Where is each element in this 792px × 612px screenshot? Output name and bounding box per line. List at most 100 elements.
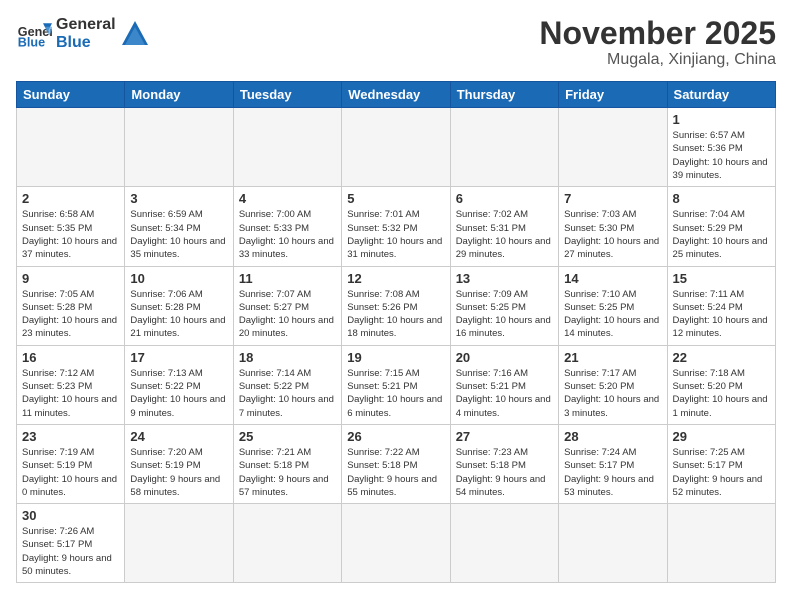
day-number: 13 (456, 271, 553, 286)
logo-blue-text: Blue (56, 34, 116, 52)
day-number: 23 (22, 429, 119, 444)
day-info: Sunrise: 7:19 AM Sunset: 5:19 PM Dayligh… (22, 446, 119, 499)
day-number: 22 (673, 350, 770, 365)
calendar-cell (233, 504, 341, 583)
calendar-table: SundayMondayTuesdayWednesdayThursdayFrid… (16, 81, 776, 583)
day-info: Sunrise: 7:05 AM Sunset: 5:28 PM Dayligh… (22, 288, 119, 341)
day-number: 1 (673, 112, 770, 127)
day-number: 9 (22, 271, 119, 286)
calendar-week-row: 30 Sunrise: 7:26 AM Sunset: 5:17 PM Dayli… (17, 504, 776, 583)
day-number: 30 (22, 508, 119, 523)
logo-general-text: General (56, 16, 116, 34)
logo-triangle-icon (120, 19, 150, 49)
calendar-cell: 20Sunrise: 7:16 AM Sunset: 5:21 PM Dayli… (450, 345, 558, 424)
calendar-cell: 27Sunrise: 7:23 AM Sunset: 5:18 PM Dayli… (450, 424, 558, 503)
weekday-header-saturday: Saturday (667, 82, 775, 108)
calendar-cell: 18 Sunrise: 7:14 AM Sunset: 5:22 PM Dayli… (233, 345, 341, 424)
day-number: 15 (673, 271, 770, 286)
day-info: Sunrise: 7:02 AM Sunset: 5:31 PM Dayligh… (456, 208, 553, 261)
calendar-cell: 1 Sunrise: 6:57 AM Sunset: 5:36 PM Daylig… (667, 108, 775, 187)
calendar-cell: 5 Sunrise: 7:01 AM Sunset: 5:32 PM Daylig… (342, 187, 450, 266)
calendar-cell: 26 Sunrise: 7:22 AM Sunset: 5:18 PM Dayli… (342, 424, 450, 503)
day-number: 11 (239, 271, 336, 286)
day-info: Sunrise: 7:20 AM Sunset: 5:19 PM Dayligh… (130, 446, 227, 499)
day-number: 3 (130, 191, 227, 206)
day-info: Sunrise: 7:03 AM Sunset: 5:30 PM Dayligh… (564, 208, 661, 261)
page-header: General Blue General Blue November 2025 … (16, 16, 776, 69)
calendar-cell: 28 Sunrise: 7:24 AM Sunset: 5:17 PM Dayli… (559, 424, 667, 503)
weekday-header-monday: Monday (125, 82, 233, 108)
day-number: 21 (564, 350, 661, 365)
day-number: 2 (22, 191, 119, 206)
day-number: 26 (347, 429, 444, 444)
day-number: 16 (22, 350, 119, 365)
day-info: Sunrise: 7:13 AM Sunset: 5:22 PM Dayligh… (130, 367, 227, 420)
day-number: 17 (130, 350, 227, 365)
calendar-cell: 29Sunrise: 7:25 AM Sunset: 5:17 PM Dayli… (667, 424, 775, 503)
calendar-cell (233, 108, 341, 187)
day-number: 12 (347, 271, 444, 286)
calendar-cell: 24 Sunrise: 7:20 AM Sunset: 5:19 PM Dayli… (125, 424, 233, 503)
day-number: 20 (456, 350, 553, 365)
day-number: 24 (130, 429, 227, 444)
calendar-cell (342, 108, 450, 187)
day-info: Sunrise: 7:26 AM Sunset: 5:17 PM Dayligh… (22, 525, 119, 578)
calendar-week-row: 2 Sunrise: 6:58 AM Sunset: 5:35 PM Daylig… (17, 187, 776, 266)
weekday-header-tuesday: Tuesday (233, 82, 341, 108)
calendar-cell (125, 504, 233, 583)
day-info: Sunrise: 6:59 AM Sunset: 5:34 PM Dayligh… (130, 208, 227, 261)
calendar-cell (450, 504, 558, 583)
calendar-cell: 12 Sunrise: 7:08 AM Sunset: 5:26 PM Dayli… (342, 266, 450, 345)
day-number: 19 (347, 350, 444, 365)
calendar-cell (450, 108, 558, 187)
calendar-cell: 8Sunrise: 7:04 AM Sunset: 5:29 PM Daylig… (667, 187, 775, 266)
day-info: Sunrise: 7:11 AM Sunset: 5:24 PM Dayligh… (673, 288, 770, 341)
day-info: Sunrise: 7:01 AM Sunset: 5:32 PM Dayligh… (347, 208, 444, 261)
logo-icon: General Blue (16, 16, 52, 52)
calendar-cell: 30 Sunrise: 7:26 AM Sunset: 5:17 PM Dayli… (17, 504, 125, 583)
weekday-header-thursday: Thursday (450, 82, 558, 108)
day-info: Sunrise: 7:08 AM Sunset: 5:26 PM Dayligh… (347, 288, 444, 341)
calendar-cell: 22Sunrise: 7:18 AM Sunset: 5:20 PM Dayli… (667, 345, 775, 424)
day-info: Sunrise: 7:14 AM Sunset: 5:22 PM Dayligh… (239, 367, 336, 420)
day-info: Sunrise: 7:15 AM Sunset: 5:21 PM Dayligh… (347, 367, 444, 420)
calendar-cell: 16 Sunrise: 7:12 AM Sunset: 5:23 PM Dayli… (17, 345, 125, 424)
day-number: 29 (673, 429, 770, 444)
day-number: 27 (456, 429, 553, 444)
day-info: Sunrise: 7:00 AM Sunset: 5:33 PM Dayligh… (239, 208, 336, 261)
calendar-cell (667, 504, 775, 583)
day-info: Sunrise: 6:57 AM Sunset: 5:36 PM Dayligh… (673, 129, 770, 182)
calendar-week-row: 23 Sunrise: 7:19 AM Sunset: 5:19 PM Dayli… (17, 424, 776, 503)
calendar-cell: 9 Sunrise: 7:05 AM Sunset: 5:28 PM Daylig… (17, 266, 125, 345)
day-info: Sunrise: 7:24 AM Sunset: 5:17 PM Dayligh… (564, 446, 661, 499)
day-number: 14 (564, 271, 661, 286)
calendar-cell: 3 Sunrise: 6:59 AM Sunset: 5:34 PM Daylig… (125, 187, 233, 266)
day-info: Sunrise: 7:22 AM Sunset: 5:18 PM Dayligh… (347, 446, 444, 499)
day-info: Sunrise: 7:10 AM Sunset: 5:25 PM Dayligh… (564, 288, 661, 341)
calendar-cell: 25Sunrise: 7:21 AM Sunset: 5:18 PM Dayli… (233, 424, 341, 503)
calendar-week-row: 1 Sunrise: 6:57 AM Sunset: 5:36 PM Daylig… (17, 108, 776, 187)
day-number: 28 (564, 429, 661, 444)
logo: General Blue General Blue (16, 16, 150, 52)
weekday-header-wednesday: Wednesday (342, 82, 450, 108)
calendar-cell (17, 108, 125, 187)
calendar-cell: 2 Sunrise: 6:58 AM Sunset: 5:35 PM Daylig… (17, 187, 125, 266)
calendar-cell (559, 108, 667, 187)
day-info: Sunrise: 7:17 AM Sunset: 5:20 PM Dayligh… (564, 367, 661, 420)
day-number: 4 (239, 191, 336, 206)
calendar-cell: 21 Sunrise: 7:17 AM Sunset: 5:20 PM Dayli… (559, 345, 667, 424)
day-number: 25 (239, 429, 336, 444)
day-info: Sunrise: 7:09 AM Sunset: 5:25 PM Dayligh… (456, 288, 553, 341)
calendar-cell: 17 Sunrise: 7:13 AM Sunset: 5:22 PM Dayli… (125, 345, 233, 424)
day-info: Sunrise: 7:07 AM Sunset: 5:27 PM Dayligh… (239, 288, 336, 341)
day-number: 5 (347, 191, 444, 206)
title-block: November 2025 Mugala, Xinjiang, China (539, 16, 776, 69)
day-number: 7 (564, 191, 661, 206)
day-info: Sunrise: 6:58 AM Sunset: 5:35 PM Dayligh… (22, 208, 119, 261)
calendar-cell: 13 Sunrise: 7:09 AM Sunset: 5:25 PM Dayli… (450, 266, 558, 345)
calendar-cell: 7 Sunrise: 7:03 AM Sunset: 5:30 PM Daylig… (559, 187, 667, 266)
day-number: 8 (673, 191, 770, 206)
calendar-cell: 6Sunrise: 7:02 AM Sunset: 5:31 PM Daylig… (450, 187, 558, 266)
day-info: Sunrise: 7:12 AM Sunset: 5:23 PM Dayligh… (22, 367, 119, 420)
day-number: 18 (239, 350, 336, 365)
